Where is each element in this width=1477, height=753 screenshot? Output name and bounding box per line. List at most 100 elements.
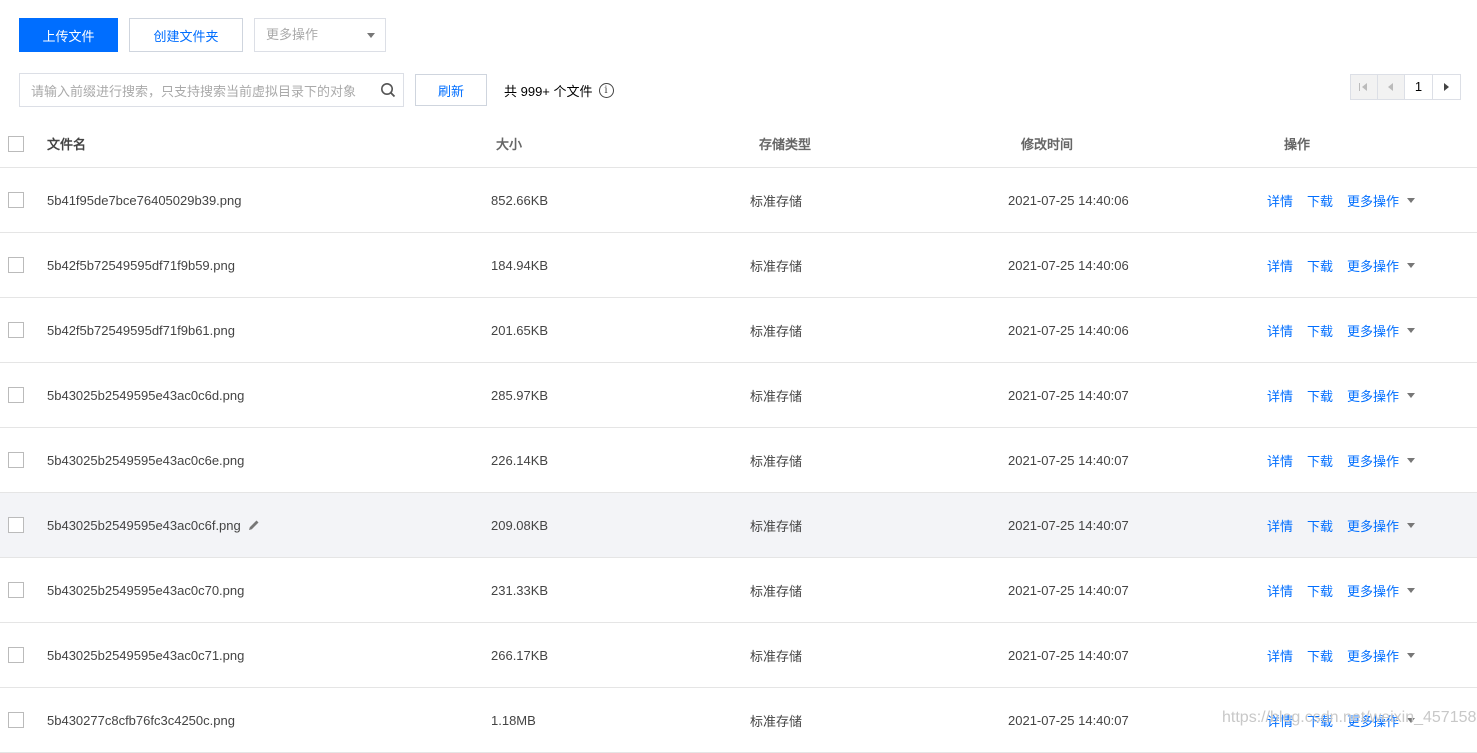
detail-link[interactable]: 详情 [1267, 321, 1293, 340]
file-count-text: 共 999+ 个文件 [504, 83, 593, 99]
file-table: 文件名 大小 存储类型 修改时间 操作 5b41f95de7bce7640502… [0, 120, 1477, 753]
current-page[interactable]: 1 [1405, 75, 1433, 99]
pagination: 1 [1350, 74, 1461, 100]
upload-file-button[interactable]: 上传文件 [19, 18, 118, 52]
storage-type: 标准存储 [750, 453, 803, 469]
file-size: 226.14KB [491, 452, 549, 468]
edit-icon[interactable] [248, 519, 260, 531]
download-link[interactable]: 下载 [1307, 516, 1333, 535]
row-checkbox[interactable] [8, 452, 24, 468]
info-icon[interactable]: i [598, 82, 614, 98]
detail-link[interactable]: 详情 [1267, 386, 1293, 405]
table-row[interactable]: 5b43025b2549595e43ac0c6f.png 209.08KB 标准存储… [0, 493, 1477, 558]
download-link[interactable]: 下载 [1307, 191, 1333, 210]
file-size: 1.18MB [491, 712, 536, 728]
file-size: 209.08KB [491, 517, 549, 533]
modified-time: 2021-07-25 14:40:07 [1008, 517, 1129, 533]
row-checkbox[interactable] [8, 387, 24, 403]
row-actions: 详情 下载 更多操作 [1267, 493, 1416, 557]
modified-time: 2021-07-25 14:40:07 [1008, 452, 1129, 468]
table-row[interactable]: 5b43025b2549595e43ac0c6e.png 226.14KB 标准存储… [0, 428, 1477, 493]
refresh-button[interactable]: 刷新 [415, 74, 487, 106]
table-row[interactable]: 5b43025b2549595e43ac0c6d.png 285.97KB 标准存储… [0, 363, 1477, 428]
detail-link[interactable]: 详情 [1267, 256, 1293, 275]
detail-link[interactable]: 详情 [1267, 451, 1293, 470]
row-checkbox[interactable] [8, 517, 24, 533]
more-actions-link[interactable]: 更多操作 [1347, 516, 1416, 535]
file-size: 852.66KB [491, 192, 549, 208]
download-link[interactable]: 下载 [1307, 451, 1333, 470]
prev-page-button[interactable] [1378, 75, 1405, 99]
more-actions-link[interactable]: 更多操作 [1347, 321, 1416, 340]
select-all-checkbox[interactable] [8, 135, 24, 152]
table-row[interactable]: 5b43025b2549595e43ac0c71.png 266.17KB 标准存储… [0, 623, 1477, 688]
more-actions-text: 更多操作 [1347, 258, 1400, 274]
search-row: 刷新 共 999+ 个文件 i [19, 73, 614, 108]
chevron-down-icon [1407, 327, 1416, 333]
more-actions-link[interactable]: 更多操作 [1347, 646, 1416, 665]
storage-type: 标准存储 [750, 323, 803, 339]
row-checkbox[interactable] [8, 322, 24, 338]
row-checkbox[interactable] [8, 582, 24, 598]
more-actions-link[interactable]: 更多操作 [1347, 256, 1416, 275]
storage-type: 标准存储 [750, 258, 803, 274]
table-body: 5b41f95de7bce76405029b39.png 852.66KB 标准存储… [0, 168, 1477, 753]
more-actions-link[interactable]: 更多操作 [1347, 386, 1416, 405]
row-checkbox[interactable] [8, 257, 24, 273]
file-name[interactable]: 5b42f5b72549595df71f9b59.png [47, 258, 235, 273]
row-checkbox[interactable] [8, 647, 24, 663]
file-name[interactable]: 5b43025b2549595e43ac0c6f.png [47, 518, 241, 533]
modified-time: 2021-07-25 14:40:07 [1008, 387, 1129, 403]
detail-link[interactable]: 详情 [1267, 191, 1293, 210]
row-checkbox[interactable] [8, 192, 24, 208]
row-actions: 详情 下载 更多操作 [1267, 363, 1416, 427]
file-name[interactable]: 5b430277c8cfb76fc3c4250c.png [47, 713, 235, 728]
more-actions-link[interactable]: 更多操作 [1347, 451, 1416, 470]
chevron-down-icon [1407, 652, 1416, 658]
search-box [19, 73, 404, 108]
file-count: 共 999+ 个文件 i [504, 81, 614, 100]
detail-link[interactable]: 详情 [1267, 581, 1293, 600]
row-actions: 详情 下载 更多操作 [1267, 623, 1416, 687]
more-actions-text: 更多操作 [1347, 583, 1400, 599]
more-actions-text: 更多操作 [1347, 388, 1400, 404]
search-input[interactable] [20, 74, 373, 108]
more-actions-text: 更多操作 [1347, 518, 1400, 534]
file-name[interactable]: 5b43025b2549595e43ac0c70.png [47, 583, 244, 598]
file-name[interactable]: 5b43025b2549595e43ac0c6d.png [47, 388, 244, 403]
header-size: 大小 [496, 137, 523, 152]
storage-type: 标准存储 [750, 518, 803, 534]
first-page-button[interactable] [1351, 75, 1378, 99]
row-actions: 详情 下载 更多操作 [1267, 558, 1416, 622]
download-link[interactable]: 下载 [1307, 581, 1333, 600]
detail-link[interactable]: 详情 [1267, 646, 1293, 665]
file-name[interactable]: 5b43025b2549595e43ac0c71.png [47, 648, 244, 663]
download-link[interactable]: 下载 [1307, 256, 1333, 275]
download-link[interactable]: 下载 [1307, 386, 1333, 405]
next-page-button[interactable] [1433, 75, 1460, 99]
search-icon[interactable] [380, 82, 396, 98]
table-row[interactable]: 5b43025b2549595e43ac0c70.png 231.33KB 标准存储… [0, 558, 1477, 623]
next-page-icon [1444, 83, 1449, 91]
download-link[interactable]: 下载 [1307, 321, 1333, 340]
download-link[interactable]: 下载 [1307, 646, 1333, 665]
more-actions-dropdown[interactable]: 更多操作 [254, 18, 386, 52]
more-actions-text: 更多操作 [1347, 648, 1400, 664]
file-size: 231.33KB [491, 582, 549, 598]
create-folder-button[interactable]: 创建文件夹 [129, 18, 243, 52]
table-row[interactable]: 5b42f5b72549595df71f9b59.png 184.94KB 标准存储… [0, 233, 1477, 298]
detail-link[interactable]: 详情 [1267, 516, 1293, 535]
row-checkbox[interactable] [8, 712, 24, 728]
table-row[interactable]: 5b42f5b72549595df71f9b61.png 201.65KB 标准存储… [0, 298, 1477, 363]
more-actions-link[interactable]: 更多操作 [1347, 191, 1416, 210]
file-name[interactable]: 5b42f5b72549595df71f9b61.png [47, 323, 235, 338]
row-actions: 详情 下载 更多操作 [1267, 233, 1416, 297]
storage-type: 标准存储 [750, 713, 803, 729]
chevron-down-icon [1407, 522, 1416, 528]
file-size: 201.65KB [491, 322, 549, 338]
file-name[interactable]: 5b43025b2549595e43ac0c6e.png [47, 453, 244, 468]
file-name[interactable]: 5b41f95de7bce76405029b39.png [47, 193, 241, 208]
chevron-down-icon [1407, 392, 1416, 398]
table-row[interactable]: 5b41f95de7bce76405029b39.png 852.66KB 标准存储… [0, 168, 1477, 233]
more-actions-link[interactable]: 更多操作 [1347, 581, 1416, 600]
